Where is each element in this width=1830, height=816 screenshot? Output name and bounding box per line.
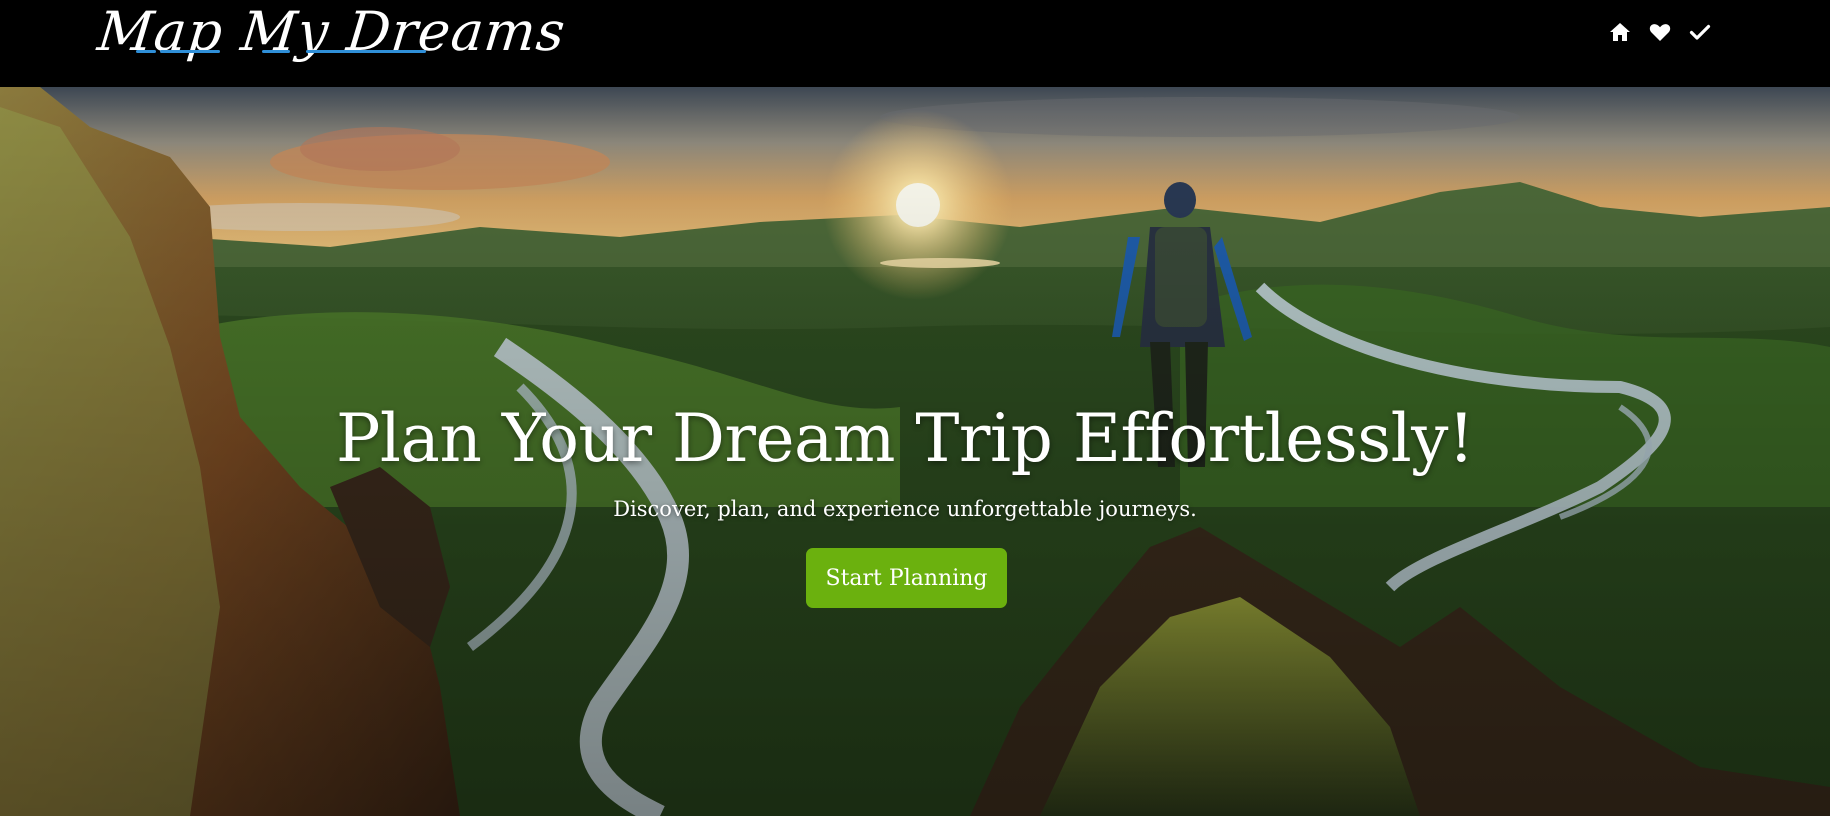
nav-icon-group (1608, 20, 1712, 44)
hero-section: Plan Your Dream Trip Effortlessly! Disco… (0, 87, 1830, 816)
checkmark-icon[interactable] (1688, 20, 1712, 44)
start-planning-button[interactable]: Start Planning (806, 548, 1007, 608)
top-navbar: Map My Dreams (0, 0, 1830, 87)
home-icon[interactable] (1608, 20, 1632, 44)
site-logo[interactable]: Map My Dreams (95, 0, 569, 63)
hero-subtitle: Discover, plan, and experience unforgett… (613, 497, 1197, 521)
hero-title: Plan Your Dream Trip Effortlessly! (336, 400, 1474, 477)
heart-icon[interactable] (1648, 20, 1672, 44)
